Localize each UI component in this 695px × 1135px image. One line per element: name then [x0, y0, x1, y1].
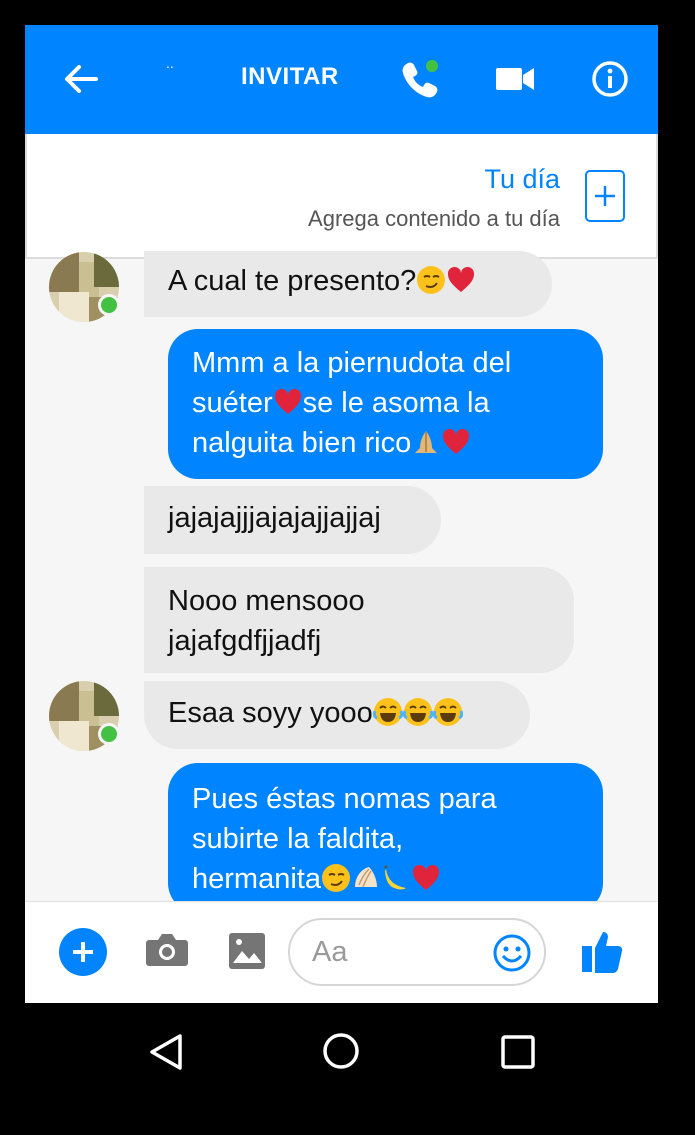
emoji-icon[interactable]: [492, 933, 532, 973]
plus-icon: [595, 186, 615, 206]
banana-emoji-icon: [384, 865, 406, 890]
smirk-emoji-icon: [321, 864, 350, 892]
heart-emoji-icon: [448, 266, 475, 292]
message-composer: Aa: [25, 901, 658, 1003]
message-line: Pues éstas nomas para: [192, 783, 497, 815]
phone-icon[interactable]: [400, 59, 440, 99]
message-text: Esaa soyy yooo: [168, 697, 373, 729]
message-bubble-incoming[interactable]: Nooo mensooo jajafgdfjjadfj: [144, 567, 574, 673]
story-subtitle: Agrega contenido a tu día: [308, 206, 560, 231]
message-line: hermanita: [192, 863, 321, 895]
message-text: A cual te presento?: [168, 265, 417, 297]
messenger-screen: .. INVITAR Tu día Agrega contenido a tu …: [25, 25, 658, 1003]
joy-emoji-icon: [432, 698, 463, 726]
story-title[interactable]: Tu día: [484, 164, 560, 195]
message-bubble-incoming[interactable]: A cual te presento?: [144, 251, 552, 317]
back-triangle-icon[interactable]: [148, 1033, 184, 1071]
video-camera-icon[interactable]: [495, 59, 535, 99]
home-circle-icon[interactable]: [322, 1032, 360, 1070]
praying-hands-emoji-icon: [415, 431, 438, 453]
info-icon[interactable]: [590, 59, 630, 99]
heart-emoji-icon: [412, 864, 439, 890]
camera-icon[interactable]: [145, 932, 189, 972]
online-status-dot: [98, 723, 120, 745]
system-navigation-bar: [0, 1003, 695, 1135]
invite-button[interactable]: INVITAR: [241, 63, 339, 91]
message-line: suéter: [192, 387, 273, 419]
message-line: subirte la faldita,: [192, 823, 404, 855]
message-line: jajafgdfjjadfj: [168, 625, 322, 657]
joy-emoji-icon: [372, 698, 403, 726]
image-icon[interactable]: [228, 932, 266, 974]
add-story-button[interactable]: [585, 170, 625, 222]
joy-emoji-icon: [402, 698, 433, 726]
recents-square-icon[interactable]: [500, 1034, 536, 1070]
back-arrow-icon[interactable]: [61, 59, 101, 99]
chat-header: .. INVITAR: [25, 25, 658, 134]
heart-emoji-icon: [443, 428, 470, 454]
message-bubble-outgoing[interactable]: Mmm a la piernudota del suéter se le asom…: [168, 329, 603, 479]
thumbs-up-icon[interactable]: [580, 928, 624, 978]
online-status-dot: [98, 294, 120, 316]
message-input-placeholder: Aa: [312, 936, 348, 968]
message-bubble-outgoing[interactable]: Pues éstas nomas para subirte la faldita…: [168, 763, 603, 913]
message-bubble-incoming[interactable]: Esaa soyy yooo: [144, 681, 530, 749]
message-line: Nooo mensooo: [168, 585, 365, 617]
shell-emoji-icon: [354, 867, 377, 888]
smirk-emoji-icon: [417, 266, 446, 294]
story-bar[interactable]: Tu día Agrega contenido a tu día: [25, 134, 658, 259]
message-input[interactable]: Aa: [288, 918, 546, 986]
message-bubble-incoming[interactable]: jajajajjjajajajjajjaj: [144, 486, 441, 554]
contact-name[interactable]: ..: [166, 55, 174, 71]
message-line: Mmm a la piernudota del: [192, 347, 512, 379]
message-text: jajajajjjajajajjajjaj: [168, 502, 381, 534]
plus-icon[interactable]: [59, 928, 107, 976]
message-line: se le asoma la: [302, 387, 490, 419]
message-line: nalguita bien rico: [192, 427, 412, 459]
heart-emoji-icon: [274, 388, 301, 414]
